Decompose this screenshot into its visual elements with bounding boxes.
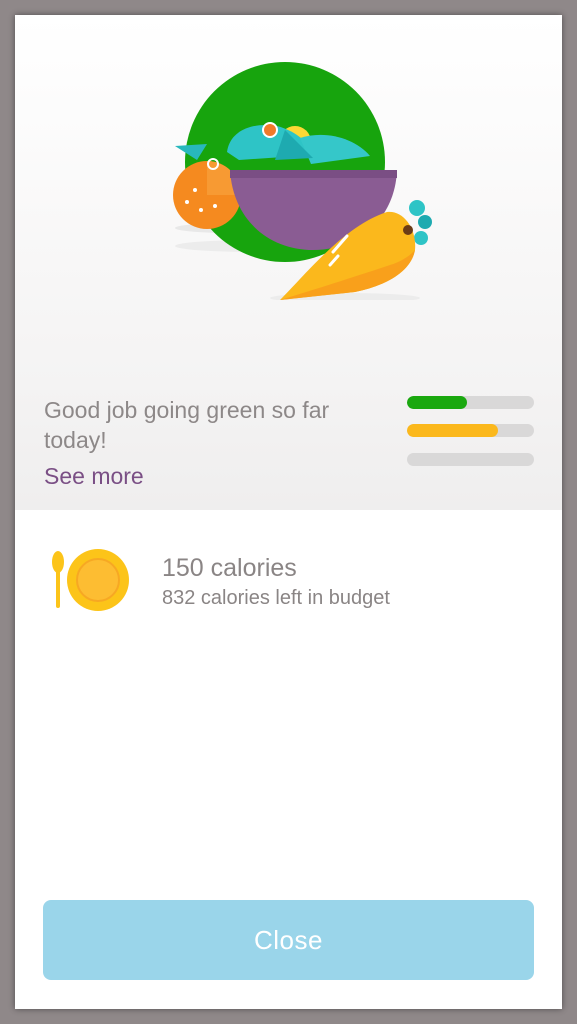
green-progress-bar — [407, 396, 534, 409]
yellow-progress-bar — [407, 424, 534, 437]
yellow-progress-fill — [407, 424, 499, 437]
encouragement-message: Good job going green so far today! — [44, 397, 330, 453]
meal-summary-card: Good job going green so far today! See m… — [15, 15, 562, 1009]
calories-left-text: 832 calories left in budget — [162, 587, 390, 609]
green-progress-fill — [407, 396, 467, 409]
meal-row: 150 calories 832 calories left in budget — [15, 510, 562, 640]
hero-section: Good job going green so far today! See m… — [15, 15, 562, 510]
see-more-link[interactable]: See more — [44, 463, 144, 490]
plate-spoon-icon — [52, 549, 129, 611]
red-progress-bar — [407, 453, 534, 466]
salad-bowl-illustration — [173, 62, 432, 300]
close-button[interactable]: Close — [43, 900, 534, 980]
calories-value: 150 calories — [162, 554, 297, 582]
